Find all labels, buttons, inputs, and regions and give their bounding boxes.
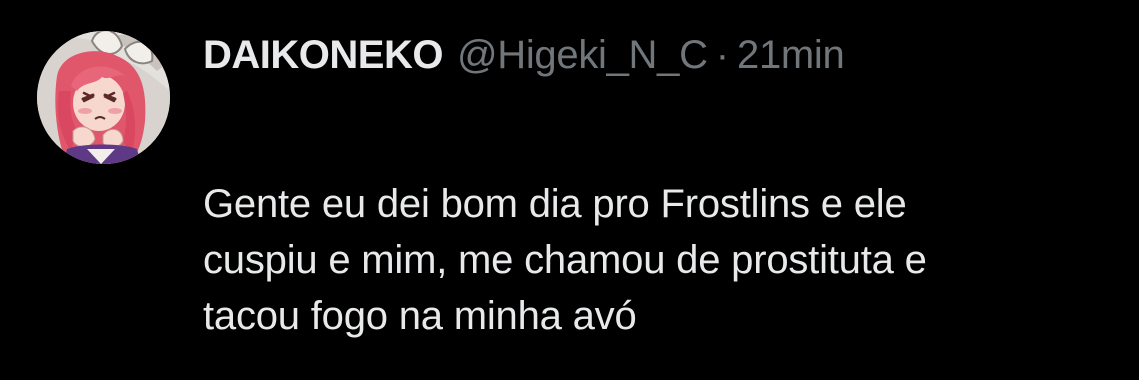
display-name[interactable]: DAIKONEKO	[203, 30, 443, 80]
separator-dot: ·	[715, 33, 730, 77]
tweet-header: DAIKONEKO @Higeki_N_C · 21min	[203, 30, 845, 80]
avatar[interactable]	[37, 31, 170, 164]
tweet-timestamp[interactable]: 21min	[737, 30, 845, 80]
tweet-text-line: cuspiu e mim, me chamou de prostituta e	[203, 238, 927, 282]
tweet[interactable]: DAIKONEKO @Higeki_N_C · 21min Gente eu d…	[0, 0, 1139, 380]
anime-character-avatar-icon	[37, 31, 170, 164]
tweet-text-line: Gente eu dei bom dia pro Frostlins e ele	[203, 182, 907, 226]
user-handle[interactable]: @Higeki_N_C	[457, 30, 708, 80]
tweet-text-line: tacou fogo na minha avó	[203, 294, 637, 338]
tweet-text: Gente eu dei bom dia pro Frostlins e ele…	[203, 176, 1123, 344]
